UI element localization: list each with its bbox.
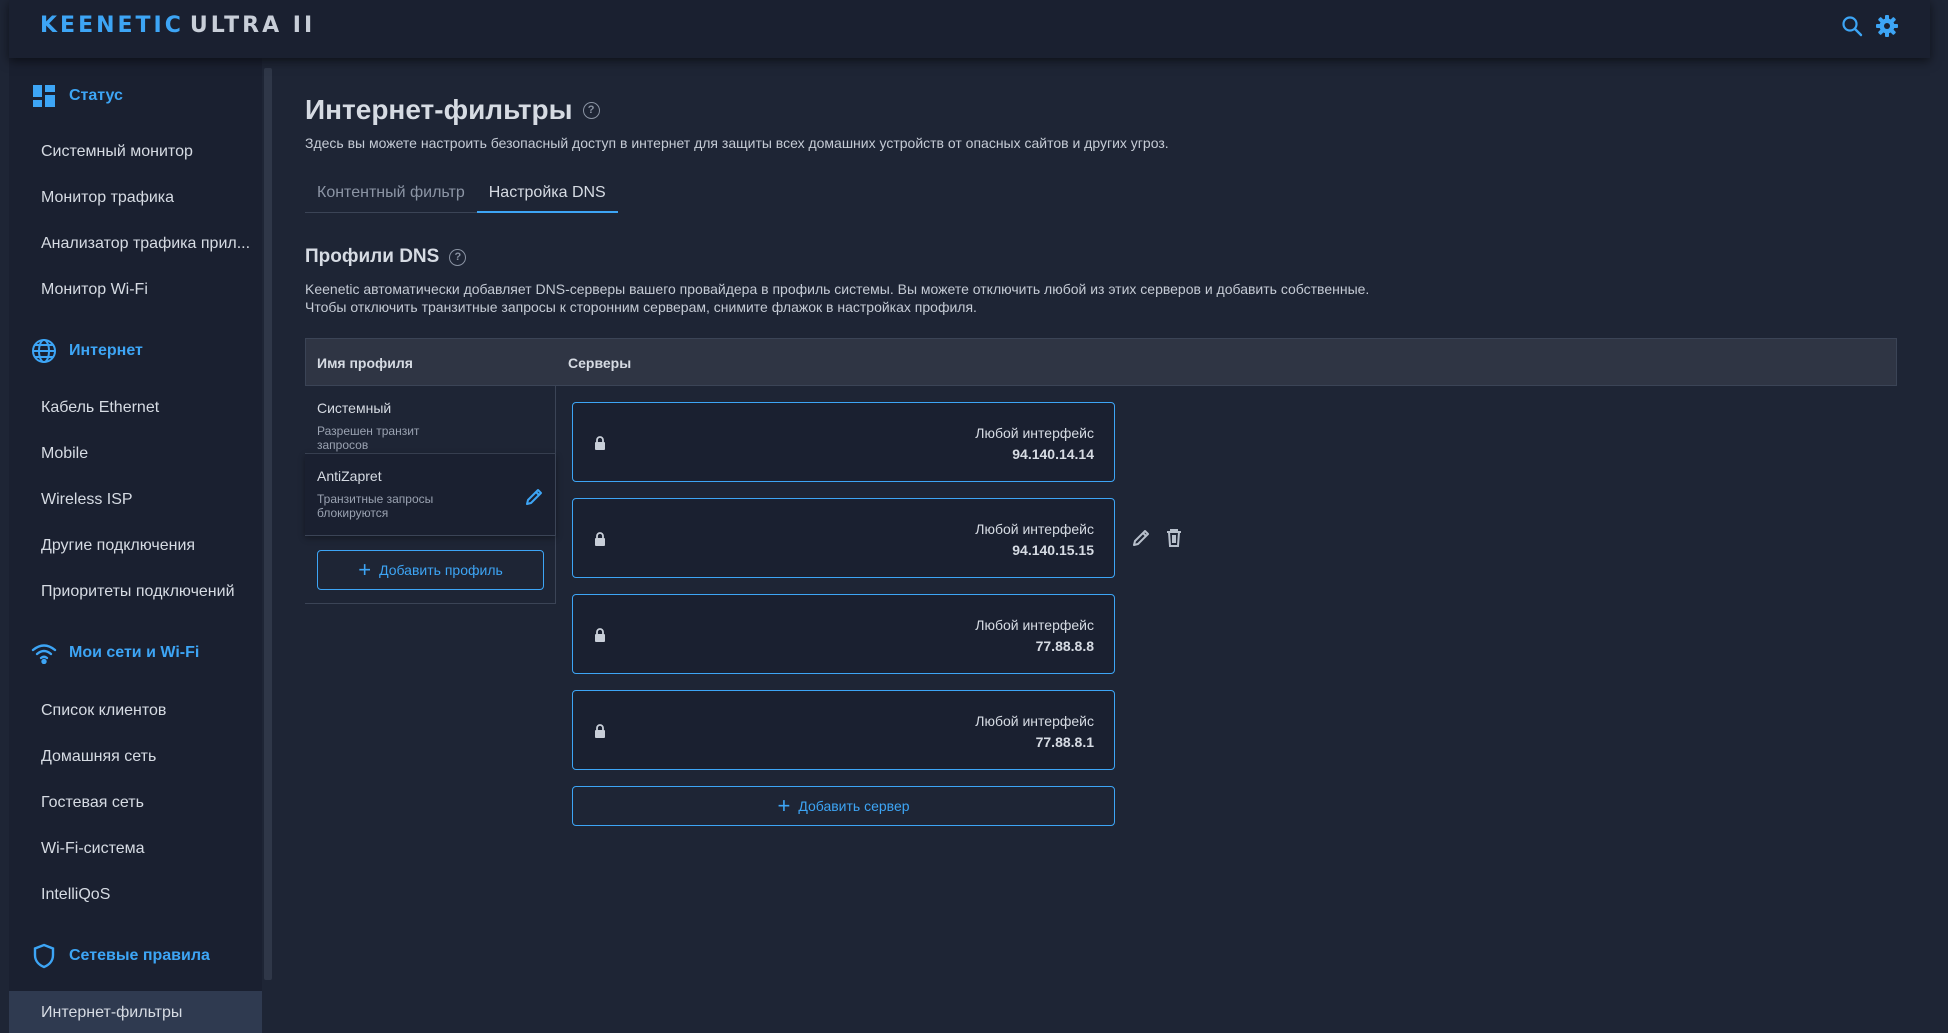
- server-interface: Любой интерфейс: [975, 521, 1094, 537]
- tab-content-filter[interactable]: Контентный фильтр: [305, 175, 477, 213]
- sidebar-item-other-connections[interactable]: Другие подключения: [9, 524, 262, 568]
- page-description: Здесь вы можете настроить безопасный дос…: [305, 135, 1169, 151]
- page-title: Интернет-фильтры ?: [305, 94, 600, 126]
- sidebar-item-intelliqos[interactable]: IntelliQoS: [9, 873, 262, 917]
- logo-model: ULTRA II: [189, 13, 316, 38]
- server-ip: 77.88.8.1: [1035, 734, 1094, 750]
- sidebar-item-wifi-system[interactable]: Wi-Fi-система: [9, 827, 262, 871]
- plus-icon: +: [358, 557, 372, 582]
- profile-name: AntiZapret: [317, 468, 382, 484]
- server-interface: Любой интерфейс: [975, 425, 1094, 441]
- wifi-icon: [31, 640, 57, 666]
- profile-list: Системный Разрешен транзит запросов Anti…: [305, 386, 556, 604]
- add-profile-container: + Добавить профиль: [305, 536, 556, 604]
- table-header: Имя профиля Серверы: [305, 338, 1897, 386]
- settings-gear-icon[interactable]: [1875, 14, 1899, 38]
- profile-status: Транзитные запросы блокируются: [317, 492, 434, 520]
- plus-icon: +: [777, 793, 791, 818]
- tab-dns-settings[interactable]: Настройка DNS: [476, 175, 618, 213]
- shield-icon: [31, 943, 57, 969]
- server-ip: 94.140.14.14: [1012, 446, 1094, 462]
- server-ip: 77.88.8.8: [1035, 638, 1094, 654]
- sidebar-item-wifi-monitor[interactable]: Монитор Wi-Fi: [9, 268, 262, 312]
- sidebar-section-my-networks[interactable]: Мои сети и Wi-Fi: [31, 640, 199, 666]
- add-server-label: Добавить сервер: [798, 798, 910, 814]
- server-interface: Любой интерфейс: [975, 713, 1094, 729]
- sidebar-item-traffic-monitor[interactable]: Монитор трафика: [9, 176, 262, 220]
- server-item[interactable]: Любой интерфейс 94.140.15.15: [572, 498, 1115, 578]
- sidebar-section-internet[interactable]: Интернет: [31, 338, 143, 364]
- profile-status: Разрешен транзит запросов: [317, 424, 420, 452]
- sidebar-item-guest-network[interactable]: Гостевая сеть: [9, 781, 262, 825]
- dns-profiles-title: Профили DNS ?: [305, 246, 467, 268]
- dns-profiles-title-text: Профили DNS: [305, 246, 440, 267]
- globe-icon: [31, 338, 57, 364]
- sidebar-item-app-traffic-analyzer[interactable]: Анализатор трафика прил...: [9, 222, 262, 266]
- dns-description-line-2: Чтобы отключить транзитные запросы к сто…: [305, 299, 977, 315]
- server-interface: Любой интерфейс: [975, 617, 1094, 633]
- add-profile-button[interactable]: + Добавить профиль: [317, 550, 544, 590]
- sidebar-section-label: Статус: [69, 87, 123, 104]
- edit-profile-icon[interactable]: [523, 486, 545, 508]
- add-server-button[interactable]: + Добавить сервер: [572, 786, 1115, 826]
- sidebar-item-internet-filters[interactable]: Интернет-фильтры: [9, 991, 262, 1033]
- delete-server-icon[interactable]: [1163, 527, 1185, 549]
- help-icon[interactable]: ?: [582, 101, 600, 119]
- sidebar-item-wireless-isp[interactable]: Wireless ISP: [9, 478, 262, 522]
- sidebar-item-system-monitor[interactable]: Системный монитор: [9, 130, 262, 174]
- dns-profiles-description: Keenetic автоматически добавляет DNS-сер…: [305, 280, 1369, 316]
- sidebar-section-label: Интернет: [69, 342, 143, 359]
- edit-server-icon[interactable]: [1130, 527, 1152, 549]
- search-icon[interactable]: [1840, 14, 1864, 38]
- dns-description-line-1: Keenetic автоматически добавляет DNS-сер…: [305, 281, 1370, 297]
- sidebar-section-label: Сетевые правила: [69, 947, 210, 964]
- server-item[interactable]: Любой интерфейс 94.140.14.14: [572, 402, 1115, 482]
- add-profile-label: Добавить профиль: [379, 562, 503, 578]
- lock-icon: [595, 532, 605, 546]
- column-header-servers: Серверы: [568, 355, 632, 371]
- lock-icon: [595, 724, 605, 738]
- top-bar: KEENETIC ULTRA II: [9, 0, 1930, 58]
- main-content: Интернет-фильтры ? Здесь вы можете настр…: [305, 58, 1948, 1033]
- sidebar-scrollbar[interactable]: [264, 68, 272, 980]
- sidebar-item-connection-priorities[interactable]: Приоритеты подключений: [9, 570, 262, 614]
- profile-item-system[interactable]: Системный Разрешен транзит запросов: [305, 386, 556, 454]
- server-item[interactable]: Любой интерфейс 77.88.8.8: [572, 594, 1115, 674]
- profile-name: Системный: [317, 400, 392, 416]
- sidebar-item-home-network[interactable]: Домашняя сеть: [9, 735, 262, 779]
- logo[interactable]: KEENETIC ULTRA II: [40, 13, 315, 38]
- column-header-profile: Имя профиля: [317, 355, 413, 371]
- sidebar-section-network-rules[interactable]: Сетевые правила: [31, 943, 210, 969]
- lock-icon: [595, 436, 605, 450]
- sidebar-item-client-list[interactable]: Список клиентов: [9, 689, 262, 733]
- sidebar-item-mobile[interactable]: Mobile: [9, 432, 262, 476]
- logo-brand: KEENETIC: [40, 13, 184, 38]
- sidebar: Статус Системный монитор Монитор трафика…: [9, 58, 262, 1033]
- dashboard-icon: [31, 83, 57, 109]
- sidebar-section-status[interactable]: Статус: [31, 83, 123, 109]
- tabs: Контентный фильтр Настройка DNS: [305, 175, 618, 213]
- help-icon[interactable]: ?: [449, 248, 467, 266]
- sidebar-item-ethernet-cable[interactable]: Кабель Ethernet: [9, 386, 262, 430]
- server-item[interactable]: Любой интерфейс 77.88.8.1: [572, 690, 1115, 770]
- sidebar-section-label: Мои сети и Wi-Fi: [69, 644, 200, 661]
- page-title-text: Интернет-фильтры: [305, 94, 573, 125]
- lock-icon: [595, 628, 605, 642]
- profile-item-antizapret[interactable]: AntiZapret Транзитные запросы блокируютс…: [305, 454, 556, 536]
- server-ip: 94.140.15.15: [1012, 542, 1094, 558]
